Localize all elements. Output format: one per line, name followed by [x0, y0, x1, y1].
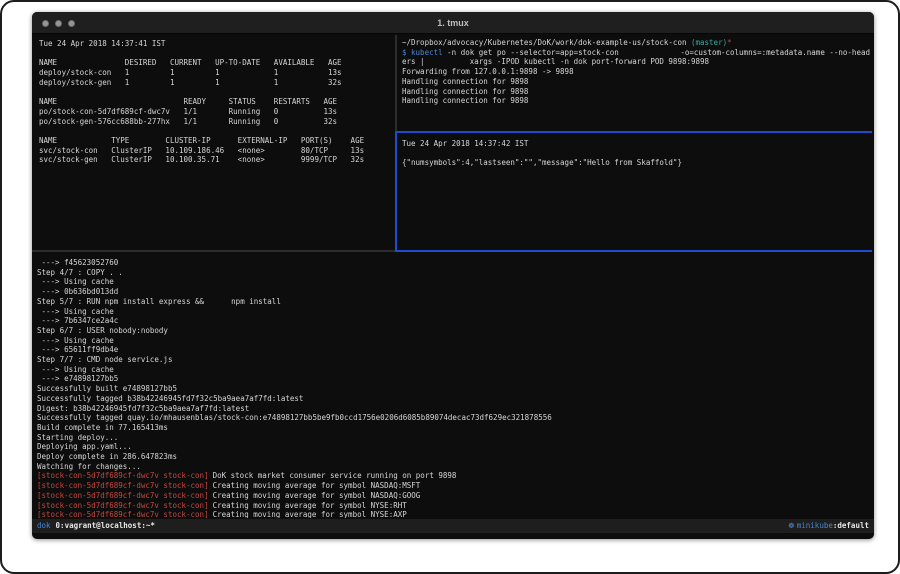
- screenshot-frame: 1. tmux Tue 24 Apr 2018 14:37:41 IST NAM…: [0, 0, 900, 574]
- watch-timestamp: Tue 24 Apr 2018 14:37:41 IST: [39, 39, 395, 49]
- cwd-path: ~/Dropbox/advocacy/Kubernetes/DoK/work/d…: [402, 38, 691, 47]
- zoom-button[interactable]: [68, 20, 75, 27]
- curl-timestamp: Tue 24 Apr 2018 14:37:42 IST: [402, 139, 872, 149]
- command-name: kubectl: [411, 48, 443, 58]
- pod-log-prefix: [stock-con-5d7df689cf-dwc7v stock-con]: [37, 491, 209, 500]
- shell-command-line: $ kubectl -n dok get po --selector=app=s…: [402, 48, 872, 58]
- docker-build-log: ---> f45623052760 Step 4/7 : COPY . . --…: [37, 258, 874, 471]
- pod-log-prefix: [stock-con-5d7df689cf-dwc7v stock-con]: [37, 501, 209, 510]
- service-json-response: {"numsymbols":4,"lastseen":"","message":…: [402, 158, 872, 168]
- pane-divider-vertical-inactive: [395, 35, 397, 131]
- window-title: 1. tmux: [32, 12, 874, 34]
- pane-divider-vertical-active: [395, 131, 397, 252]
- pod-log-prefix: [stock-con-5d7df689cf-dwc7v stock-con]: [37, 481, 209, 490]
- pod-log-line: [stock-con-5d7df689cf-dwc7v stock-con] Cr…: [37, 481, 874, 491]
- pods-table: NAME READY STATUS RESTARTS AGE po/stock-…: [39, 97, 395, 126]
- close-button[interactable]: [42, 20, 49, 27]
- git-branch: (master): [691, 38, 727, 47]
- kubernetes-helm-icon: ☸: [788, 521, 795, 531]
- prompt-symbol: $: [402, 48, 411, 58]
- command-args: -n dok get po --selector=app=stock-con: [443, 48, 619, 58]
- k8s-context: minikube: [797, 521, 833, 531]
- pod-log-message: Creating moving average for symbol NASDA…: [213, 491, 421, 500]
- tmux-window-tab[interactable]: 0:vagrant@localhost:~*: [56, 521, 155, 531]
- pod-log-message: Creating moving average for symbol NASDA…: [213, 481, 421, 490]
- traffic-lights: [42, 20, 75, 27]
- pod-log-prefix: [stock-con-5d7df689cf-dwc7v stock-con]: [37, 510, 209, 518]
- terminal-window: 1. tmux Tue 24 Apr 2018 14:37:41 IST NAM…: [32, 12, 874, 539]
- pod-log-line: [stock-con-5d7df689cf-dwc7v stock-con] Do…: [37, 471, 874, 481]
- status-bar-right: ☸ minikube :default: [788, 521, 869, 531]
- services-table: NAME TYPE CLUSTER-IP EXTERNAL-IP PORT(S)…: [39, 136, 395, 165]
- pod-log-message: Creating moving average for symbol NYSE:…: [213, 510, 407, 518]
- shell-cwd-line: ~/Dropbox/advocacy/Kubernetes/DoK/work/d…: [402, 38, 872, 48]
- pod-log-line: [stock-con-5d7df689cf-dwc7v stock-con] Cr…: [37, 501, 874, 511]
- pod-log-message: Creating moving average for symbol NYSE:…: [213, 501, 407, 510]
- command-wrapped-line: ers | xargs -IPOD kubectl -n dok port-fo…: [402, 57, 872, 67]
- tmux-session-name: dok: [37, 521, 51, 531]
- command-continuation: -o=custom-columns=:metadata.name --no-he…: [680, 48, 872, 58]
- git-dirty-marker: *: [727, 38, 732, 47]
- pod-log-message: DoK stock market consumer service runnin…: [213, 471, 457, 480]
- tmux-status-bar: dok 0:vagrant@localhost:~* ☸ minikube :d…: [32, 519, 874, 533]
- tmux-content: Tue 24 Apr 2018 14:37:41 IST NAME DESIRE…: [32, 35, 874, 539]
- deployments-table: NAME DESIRED CURRENT UP-TO-DATE AVAILABL…: [39, 58, 395, 87]
- window-titlebar: 1. tmux: [32, 12, 874, 34]
- pod-log-prefix: [stock-con-5d7df689cf-dwc7v stock-con]: [37, 471, 209, 480]
- pod-log-line: [stock-con-5d7df689cf-dwc7v stock-con] Cr…: [37, 510, 874, 518]
- minimize-button[interactable]: [55, 20, 62, 27]
- pane-curl-output[interactable]: Tue 24 Apr 2018 14:37:42 IST {"numsymbol…: [398, 133, 872, 250]
- k8s-namespace: :default: [833, 521, 869, 531]
- port-forward-output: Forwarding from 127.0.0.1:9898 -> 9898 H…: [402, 67, 872, 106]
- pane-kubectl-watch[interactable]: Tue 24 Apr 2018 14:37:41 IST NAME DESIRE…: [32, 35, 395, 250]
- pane-port-forward[interactable]: ~/Dropbox/advocacy/Kubernetes/DoK/work/d…: [398, 35, 872, 131]
- pane-skaffold-build[interactable]: ---> f45623052760 Step 4/7 : COPY . . --…: [32, 252, 874, 518]
- pod-log-line: [stock-con-5d7df689cf-dwc7v stock-con] Cr…: [37, 491, 874, 501]
